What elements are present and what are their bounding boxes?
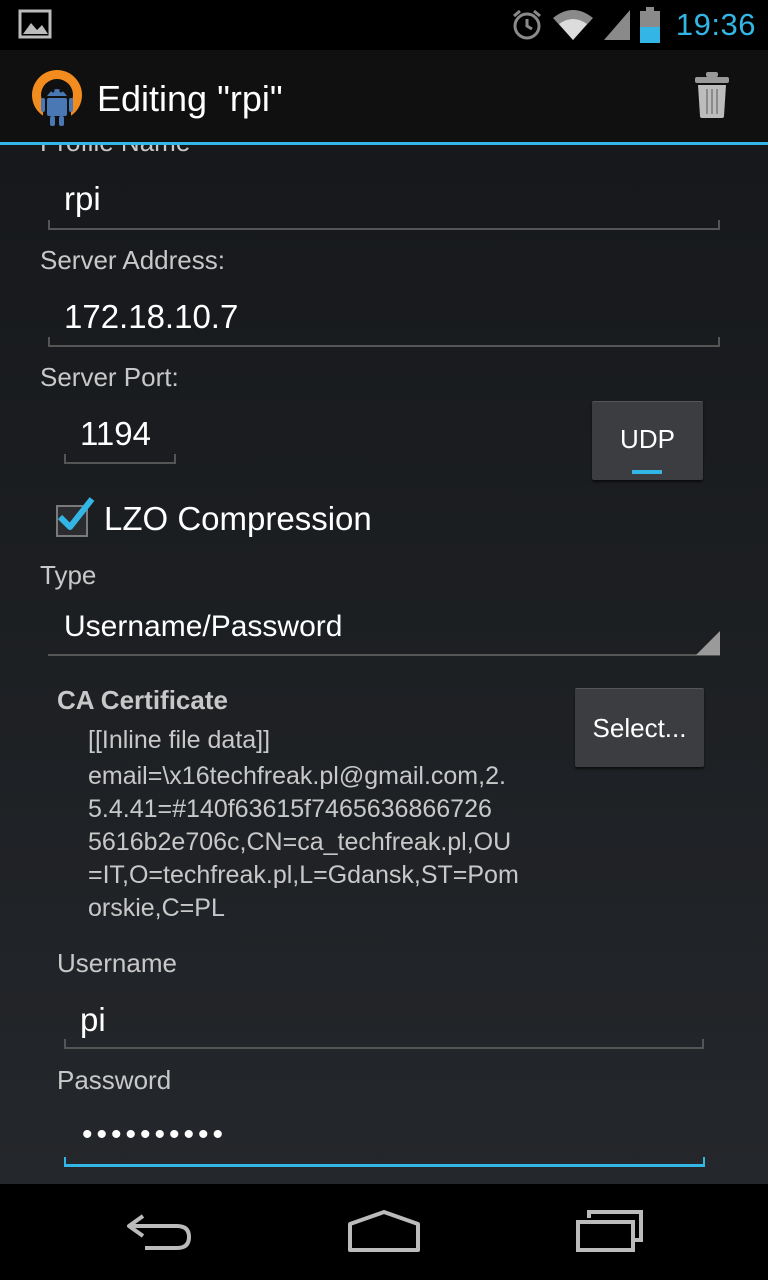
ca-certificate-line: email=\x16techfreak.pl@gmail.com,2.	[88, 762, 506, 790]
server-address-underline	[48, 337, 720, 347]
server-port-input[interactable]: 1194	[80, 415, 151, 453]
ca-certificate-label: CA Certificate	[57, 685, 228, 715]
page-title: Editing "rpi"	[97, 78, 283, 119]
password-label: Password	[57, 1065, 172, 1095]
navigation-bar	[0, 1184, 768, 1280]
signal-icon	[603, 10, 630, 40]
ca-certificate-line: 5616b2e706c,CN=ca_techfreak.pl,OU	[88, 828, 512, 856]
profile-edit-form: Profile Name rpi Server Address: 172.18.…	[0, 145, 768, 1184]
server-port-underline	[64, 454, 176, 464]
wifi-icon	[552, 10, 593, 40]
ca-certificate-line: orskie,C=PL	[88, 894, 225, 922]
username-underline	[64, 1039, 704, 1049]
server-port-label: Server Port:	[40, 362, 179, 392]
openvpn-app-icon[interactable]	[28, 68, 86, 130]
ca-certificate-line: =IT,O=techfreak.pl,L=Gdansk,ST=Pom	[88, 861, 519, 889]
checkmark-icon	[57, 497, 95, 530]
ca-certificate-line: 5.4.41=#140f63615f7465636866726	[88, 795, 492, 823]
lzo-checkbox[interactable]	[56, 497, 95, 537]
protocol-label: UDP	[620, 423, 675, 454]
type-spinner-underline	[48, 654, 720, 656]
server-address-input[interactable]: 172.18.10.7	[64, 298, 238, 336]
username-label: Username	[57, 948, 177, 978]
username-input[interactable]: pi	[80, 1001, 106, 1039]
server-address-label: Server Address:	[40, 245, 225, 275]
alarm-icon	[512, 9, 541, 40]
status-time: 19:36	[675, 7, 756, 42]
screen: 19:36 Editing "rpi" Pr	[0, 0, 768, 1280]
status-bar: 19:36	[0, 0, 768, 50]
action-bar: Editing "rpi"	[0, 50, 768, 145]
ca-select-button[interactable]: Select...	[575, 688, 704, 767]
protocol-toggle-button[interactable]: UDP	[592, 401, 703, 480]
profile-name-input[interactable]: rpi	[64, 180, 101, 218]
type-spinner[interactable]: Username/Password	[64, 610, 342, 644]
home-icon[interactable]	[346, 1208, 422, 1256]
type-label: Type	[40, 560, 97, 590]
protocol-indicator	[632, 470, 662, 474]
profile-name-label: Profile Name	[40, 145, 190, 158]
profile-name-underline	[48, 220, 720, 230]
lzo-label[interactable]: LZO Compression	[104, 500, 372, 538]
password-input[interactable]: ••••••••••	[82, 1118, 227, 1152]
image-notification-icon	[18, 9, 52, 39]
trash-icon[interactable]	[694, 70, 730, 120]
spinner-arrow-icon[interactable]	[696, 631, 720, 655]
back-icon[interactable]	[125, 1208, 195, 1256]
password-underline	[64, 1157, 705, 1167]
ca-select-label: Select...	[592, 712, 687, 743]
battery-icon	[639, 7, 660, 43]
recent-apps-icon[interactable]	[575, 1208, 645, 1256]
ca-certificate-line: [[Inline file data]]	[88, 726, 271, 754]
